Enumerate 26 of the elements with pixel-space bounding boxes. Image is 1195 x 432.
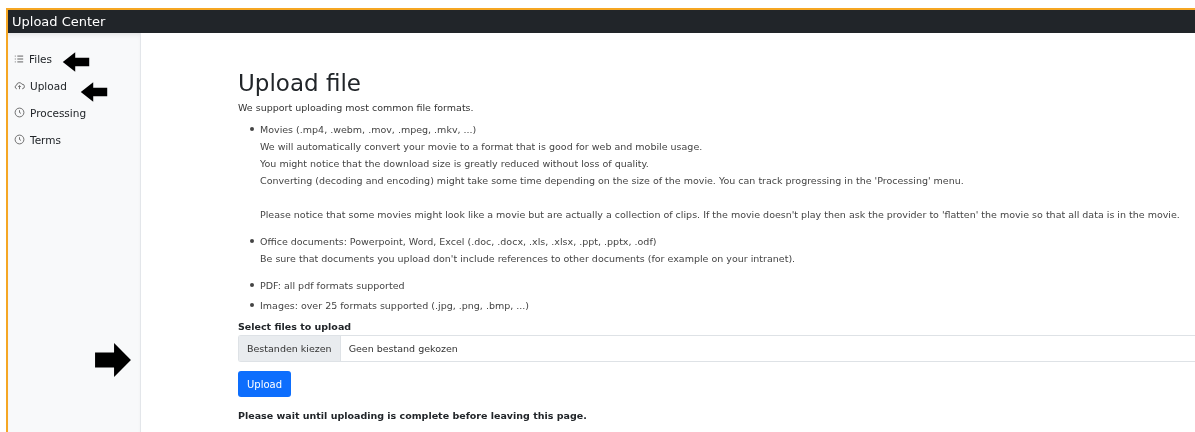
warning-text: Please wait until uploading is complete before leaving this page. bbox=[238, 410, 588, 421]
list-text: Be sure that documents you upload don't include references to other documents (for example on your intranet). bbox=[260, 252, 796, 266]
field-label: Select files to upload bbox=[238, 320, 353, 334]
list-text: Please notice that some movies might look like a movie but are actually a collection of clips. If the movie doesn't play then ask the provider to 'flatten' the movie so that all data is in the movie. bbox=[260, 208, 1180, 222]
page-title: Upload file bbox=[238, 69, 362, 97]
file-input-field[interactable]: Bestanden kiezen Geen bestand gekozen bbox=[238, 335, 1195, 362]
sidebar-label: Upload bbox=[30, 79, 67, 92]
intro-text: We support uploading most common file formats. bbox=[238, 101, 475, 115]
sidebar-item[interactable]: Files bbox=[8, 50, 140, 67]
sidebar-label: Terms bbox=[30, 133, 61, 146]
app-title: Upload Center bbox=[12, 14, 106, 29]
sidebar-item[interactable]: Processing bbox=[8, 104, 140, 121]
list-text: We will automatically convert your movie to a format that is good for web and mobile usage. bbox=[260, 140, 704, 154]
file-status-text: Geen bestand gekozen bbox=[347, 342, 458, 356]
choose-files-button[interactable]: Bestanden kiezen bbox=[239, 336, 341, 361]
list-text: PDF: all pdf formats supported bbox=[260, 279, 405, 293]
list-text: Images: over 25 formats supported (.jpg, .png, .bmp, ...) bbox=[260, 299, 529, 313]
upload-button[interactable]: Upload bbox=[238, 371, 292, 397]
list-text: You might notice that the download size is greatly reduced without loss of quality. bbox=[260, 157, 650, 171]
list-text: Movies (.mp4, .webm, .mov, .mpeg, .mkv, ...) bbox=[260, 123, 478, 137]
sidebar-item[interactable]: Terms bbox=[8, 131, 140, 148]
sidebar-label: Files bbox=[29, 52, 53, 65]
list-text: Office documents: Powerpoint, Word, Excel (.doc, .docx, .xls, .xlsx, .ppt, .pptx, .odf) bbox=[260, 235, 658, 249]
sidebar-label: Processing bbox=[30, 106, 87, 119]
sidebar-item[interactable]: Upload bbox=[8, 77, 140, 94]
list-text: Converting (decoding and encoding) might take some time depending on the size of the movie. You can track progressing in the 'Processing' menu. bbox=[260, 174, 965, 188]
